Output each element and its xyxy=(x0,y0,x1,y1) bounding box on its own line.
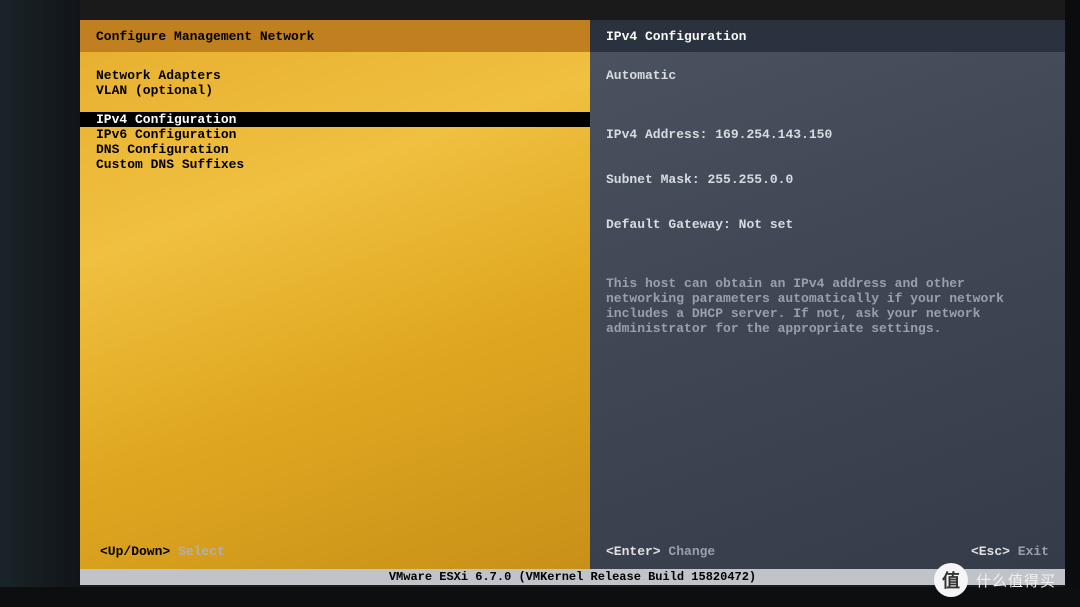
watermark: 值 什么值得买 xyxy=(934,563,1056,597)
ipv4-address-row: IPv4 Address: 169.254.143.150 xyxy=(606,127,1049,142)
subnet-mask-value: 255.255.0.0 xyxy=(707,172,793,187)
hint-updown-action: Select xyxy=(178,544,225,559)
menu-item-ipv4-configuration[interactable]: IPv4 Configuration xyxy=(80,112,590,127)
hint-esc-action: Exit xyxy=(1018,544,1049,559)
right-pane: IPv4 Configuration Automatic IPv4 Addres… xyxy=(590,20,1065,569)
description-text: This host can obtain an IPv4 address and… xyxy=(606,276,1049,336)
monitor-bezel-left xyxy=(0,0,80,607)
menu-item-ipv6-configuration[interactable]: IPv6 Configuration xyxy=(80,127,590,142)
left-hint: <Up/Down> Select xyxy=(100,544,225,559)
menu-item-network-adapters[interactable]: Network Adapters xyxy=(80,68,590,83)
watermark-text: 什么值得买 xyxy=(976,570,1056,591)
hint-enter-key: <Enter> xyxy=(606,544,661,559)
menu-item-custom-dns-suffixes[interactable]: Custom DNS Suffixes xyxy=(80,157,590,172)
menu-item-dns-configuration[interactable]: DNS Configuration xyxy=(80,142,590,157)
detail-body: Automatic IPv4 Address: 169.254.143.150 … xyxy=(590,52,1065,569)
default-gateway-row: Default Gateway: Not set xyxy=(606,217,1049,232)
monitor-bezel-bottom xyxy=(0,587,1080,607)
status-bar: VMware ESXi 6.7.0 (VMKernel Release Buil… xyxy=(80,569,1065,585)
hint-enter-action: Change xyxy=(668,544,715,559)
hint-esc-key: <Esc> xyxy=(971,544,1010,559)
right-pane-title: IPv4 Configuration xyxy=(590,20,1065,52)
menu-list[interactable]: Network Adapters VLAN (optional) IPv4 Co… xyxy=(80,52,590,569)
left-pane-title: Configure Management Network xyxy=(80,20,590,52)
hint-esc: <Esc> Exit xyxy=(971,544,1049,559)
left-pane: Configure Management Network Network Ada… xyxy=(80,20,590,569)
monitor-bezel-right xyxy=(1065,0,1080,607)
default-gateway-value: Not set xyxy=(739,217,794,232)
subnet-mask-row: Subnet Mask: 255.255.0.0 xyxy=(606,172,1049,187)
watermark-badge-icon: 值 xyxy=(934,563,968,597)
ipv4-address-value: 169.254.143.150 xyxy=(715,127,832,142)
hint-updown-key: <Up/Down> xyxy=(100,544,170,559)
menu-item-vlan[interactable]: VLAN (optional) xyxy=(80,83,590,98)
dcui-screen: Configure Management Network Network Ada… xyxy=(80,20,1065,585)
hint-enter: <Enter> Change xyxy=(606,544,715,559)
ipv4-mode: Automatic xyxy=(606,68,1049,83)
